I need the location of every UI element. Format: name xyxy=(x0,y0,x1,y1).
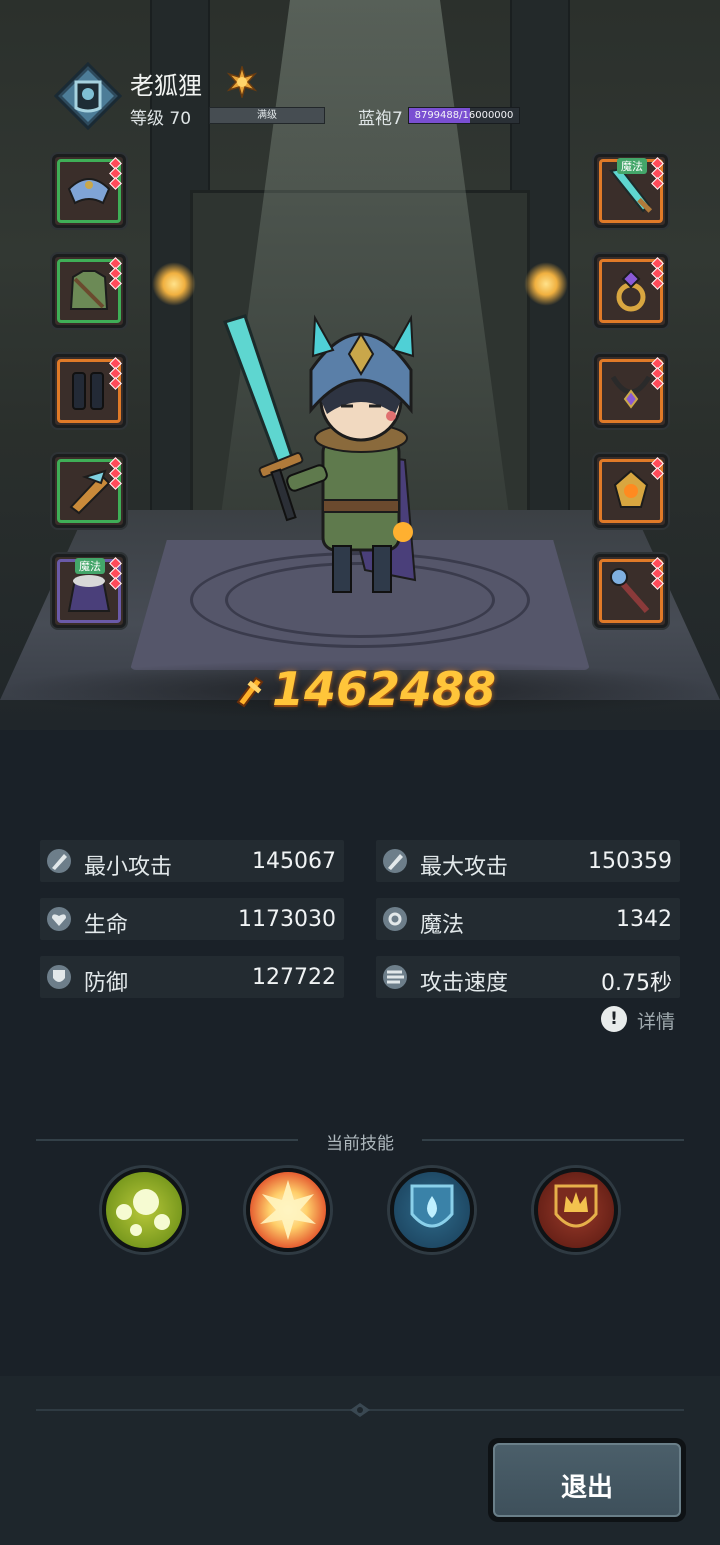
magic-tag: 魔法 xyxy=(75,558,105,574)
crown-shield-skill-icon[interactable] xyxy=(534,1168,618,1252)
details-label: 详情 xyxy=(637,1011,676,1033)
hero-character xyxy=(223,314,417,593)
level-bar: 满级 xyxy=(209,107,325,124)
shield-icon xyxy=(47,965,71,989)
stat-value: 1342 xyxy=(616,907,672,932)
robe-exp-bar: 8799488/16000000 xyxy=(408,107,520,124)
stat-min-attack: 最小攻击 145067 xyxy=(40,840,344,882)
sword-icon xyxy=(609,167,653,213)
equip-slot-staff[interactable] xyxy=(594,554,668,628)
stat-max-attack: 最大攻击 150359 xyxy=(376,840,680,882)
robe-rank-text: 蓝袍7 xyxy=(358,109,403,129)
ring-icon xyxy=(616,269,646,312)
stat-value: 150359 xyxy=(588,849,672,874)
combat-power-value: 1462488 xyxy=(272,662,497,716)
shoulder-armor-icon xyxy=(67,178,111,205)
equip-slot-necklace[interactable] xyxy=(594,354,668,428)
magic-tag: 魔法 xyxy=(617,158,647,174)
player-name: 老狐狸 xyxy=(130,72,202,100)
stat-value: 127722 xyxy=(252,965,336,990)
stat-defense: 防御 127722 xyxy=(40,956,344,998)
water-shield-skill-icon[interactable] xyxy=(390,1168,474,1252)
details-button[interactable]: ! 详情 xyxy=(601,1006,681,1034)
necklace-icon xyxy=(610,375,652,409)
player-avatar[interactable] xyxy=(54,62,122,130)
staff-icon xyxy=(610,568,650,613)
skills-title: 当前技能 xyxy=(326,1134,394,1154)
torch-left-icon xyxy=(152,262,196,306)
heart-icon xyxy=(47,907,71,931)
exit-label: 退出 xyxy=(560,1473,613,1503)
exclamation-icon: ! xyxy=(601,1006,627,1032)
level-bar-label: 满级 xyxy=(257,110,277,121)
cape-icon xyxy=(67,575,111,612)
amulet-icon xyxy=(613,469,649,508)
combat-power-icon xyxy=(236,676,264,708)
equip-slot-weapon[interactable]: 魔法 xyxy=(594,154,668,228)
torch-right-icon xyxy=(524,262,568,306)
stat-label: 最小攻击 xyxy=(84,855,173,880)
explosion-skill-icon[interactable] xyxy=(246,1168,330,1252)
poison-orbs-skill-icon[interactable] xyxy=(102,1168,186,1252)
level-text: 等级 70 xyxy=(130,109,192,129)
stat-label: 防御 xyxy=(84,971,129,996)
equip-slot-amulet[interactable] xyxy=(594,454,668,528)
skills-header: 当前技能 xyxy=(36,1128,684,1154)
equip-slot-bracer[interactable] xyxy=(52,454,126,528)
sun-rank-icon xyxy=(226,66,258,98)
equip-slot-cape[interactable]: 魔法 xyxy=(52,554,126,628)
stat-label: 魔法 xyxy=(420,913,465,938)
sword-attack-icon xyxy=(47,849,71,873)
sword-attack-icon xyxy=(383,849,407,873)
magic-icon xyxy=(383,907,407,931)
robe-exp-label: 8799488/16000000 xyxy=(414,110,514,121)
stat-attack-speed: 攻击速度 0.75秒 xyxy=(376,956,680,998)
bracer-icon xyxy=(69,469,111,515)
exit-button[interactable]: 退出 xyxy=(488,1438,686,1522)
stat-label: 生命 xyxy=(84,913,129,938)
stat-hp: 生命 1173030 xyxy=(40,898,344,940)
stat-label: 攻击速度 xyxy=(420,971,509,996)
boots-icon xyxy=(72,372,104,410)
equip-slot-chest[interactable] xyxy=(52,254,126,328)
equip-slot-ring[interactable] xyxy=(594,254,668,328)
stat-value: 1173030 xyxy=(238,907,336,932)
speed-icon xyxy=(383,965,407,989)
stat-value: 145067 xyxy=(252,849,336,874)
divider-ornament-icon xyxy=(350,1403,370,1417)
chest-armor-icon xyxy=(69,270,109,310)
equip-slot-shoulder[interactable] xyxy=(52,154,126,228)
stat-magic: 魔法 1342 xyxy=(376,898,680,940)
stat-value: 0.75秒 xyxy=(601,971,672,996)
equip-slot-boots[interactable] xyxy=(52,354,126,428)
stat-label: 最大攻击 xyxy=(420,855,509,880)
